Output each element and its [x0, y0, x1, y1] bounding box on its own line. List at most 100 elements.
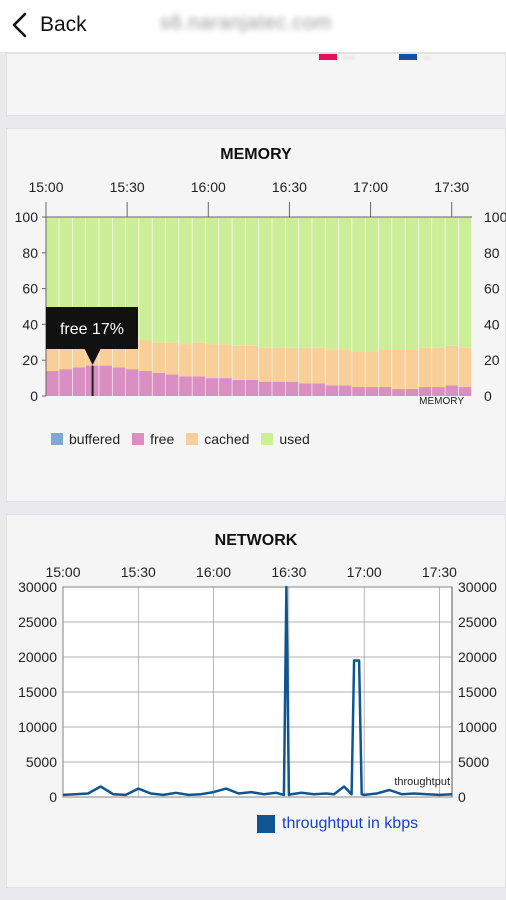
legend-swatch-cached [186, 433, 199, 445]
memory-bar-free [392, 388, 405, 396]
memory-bar-free [378, 387, 392, 396]
memory-y-label-left: 20 [22, 352, 38, 368]
legend-swatch-buffered [51, 433, 63, 445]
legend-label-used: used [279, 431, 310, 447]
memory-bar-free [232, 379, 246, 396]
memory-bar-cached [259, 347, 272, 382]
memory-bar-cached [432, 347, 445, 388]
top-bar: Back s6.naranjatec.com [0, 0, 506, 53]
memory-bar-free [405, 388, 419, 396]
memory-time-label: 16:00 [191, 179, 226, 195]
network-card: NETWORK 30000 30000 25000 25000 20000 20000 15… [6, 514, 506, 888]
memory-bar-free [59, 369, 73, 396]
memory-bar-cached [232, 345, 246, 380]
memory-y-label-right: 100 [484, 209, 506, 225]
memory-bar-free [298, 383, 312, 396]
legend-swatch-used [261, 433, 274, 445]
legend-label-buffered: buffered [69, 431, 121, 447]
memory-bar-cached [205, 344, 219, 379]
network-y-label-left: 30000 [18, 579, 57, 595]
memory-y-label-left: 0 [30, 388, 38, 404]
memory-bar-cached [165, 342, 179, 375]
memory-bar-free [312, 383, 325, 396]
legend-label-free: free [150, 431, 175, 447]
legend-item-cached[interactable]: cached [186, 431, 249, 447]
memory-bar-used [365, 217, 379, 352]
memory-bar-used [458, 217, 472, 348]
network-y-label-left: 15000 [18, 684, 57, 700]
network-y-label-left: 0 [49, 789, 57, 805]
memory-bar-free [112, 367, 126, 396]
memory-card: MEMORY 15:00 15:30 16:00 16:30 17:00 17:30 100… [6, 128, 506, 502]
memory-y-label-right: 40 [484, 316, 500, 332]
legend-item-buffered[interactable]: buffered [51, 431, 120, 447]
memory-bar-free [338, 385, 352, 396]
memory-bar-free [152, 372, 166, 396]
memory-bar-used [432, 217, 445, 348]
network-time-label: 17:00 [347, 564, 382, 580]
back-label: Back [40, 13, 87, 36]
legend-label-cached: cached [204, 431, 250, 447]
memory-bar-cached [352, 351, 365, 388]
network-chart: 30000 30000 25000 25000 20000 20000 15000 15000… [18, 564, 497, 805]
network-time-label: 15:00 [45, 564, 80, 580]
network-y-label-left: 10000 [18, 719, 57, 735]
memory-bar-cached [245, 345, 259, 380]
memory-y-label-left: 40 [22, 316, 38, 332]
memory-y-label-right: 0 [484, 388, 492, 404]
memory-bar-free [259, 381, 272, 396]
network-y-label-left: 20000 [18, 649, 57, 665]
memory-bar-free [245, 379, 259, 396]
network-y-label-left: 5000 [26, 754, 57, 770]
memory-title: MEMORY [220, 146, 292, 163]
memory-bar-free [179, 376, 192, 396]
memory-bar-cached [139, 340, 152, 371]
memory-bar-cached [219, 344, 232, 379]
memory-bar-cached [418, 347, 432, 388]
memory-bar-used [392, 217, 405, 350]
network-y-label-right: 10000 [458, 719, 497, 735]
memory-bar-cached [445, 345, 459, 386]
memory-bar-free [365, 387, 379, 396]
chevron-left-icon [12, 12, 27, 38]
network-y-label-left: 25000 [18, 614, 57, 630]
legend-label-1: ··· [343, 50, 355, 64]
memory-bar-free [46, 370, 59, 396]
legend-label-2: ·· [423, 50, 431, 64]
memory-time-label: 15:00 [28, 179, 63, 195]
memory-bar-cached [325, 349, 339, 386]
legend-label-throughput: throughtput in kbps [282, 815, 419, 832]
memory-time-label: 15:30 [110, 179, 145, 195]
memory-bar-cached [179, 344, 192, 377]
memory-bar-free [192, 376, 206, 396]
memory-bar-cached [338, 349, 352, 386]
memory-bar-cached [312, 347, 325, 384]
memory-bar-free [72, 367, 86, 396]
memory-bar-used [285, 217, 299, 348]
memory-bar-free [458, 387, 472, 396]
back-button[interactable]: Back [10, 8, 87, 42]
memory-bar-used [445, 217, 459, 346]
memory-bar-used [418, 217, 432, 348]
memory-bar-used [139, 217, 152, 341]
memory-bar-cached [405, 349, 419, 389]
memory-bar-cached [152, 342, 166, 373]
memory-bar-used [272, 217, 286, 348]
memory-bar-used [298, 217, 312, 348]
memory-bar-used [352, 217, 365, 352]
memory-y-label-right: 80 [484, 245, 500, 261]
memory-bar-used [192, 217, 206, 343]
legend-swatch-free [132, 433, 145, 445]
legend-item-free[interactable]: free [132, 431, 174, 447]
network-legend[interactable]: throughtput in kbps [257, 815, 418, 833]
network-y-label-right: 5000 [458, 754, 489, 770]
page-url: s6.naranjatec.com [160, 12, 332, 34]
memory-legend: buffered free cached used [51, 431, 322, 447]
legend-item-used[interactable]: used [261, 431, 310, 447]
memory-bar-free [285, 381, 299, 396]
memory-bar-used [219, 217, 232, 345]
memory-bar-free [165, 374, 179, 396]
network-y-label-right: 30000 [458, 579, 497, 595]
legend-swatch-1 [319, 54, 337, 60]
memory-bar-cached [378, 349, 392, 388]
